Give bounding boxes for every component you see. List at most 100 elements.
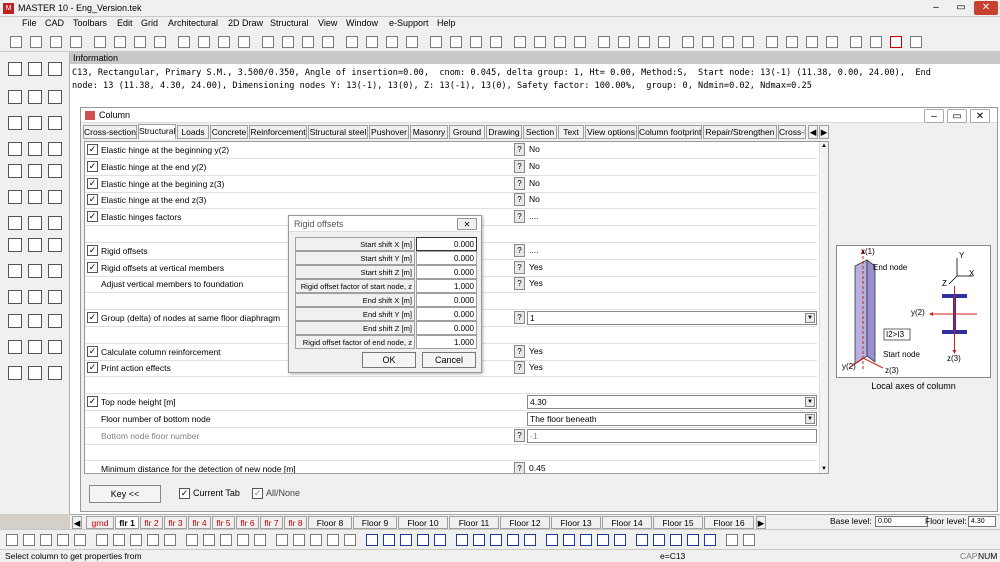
tool-icon-23[interactable] bbox=[48, 238, 62, 252]
menu-e-support[interactable]: e-Support bbox=[389, 18, 429, 28]
dialog-close-icon[interactable]: ✕ bbox=[457, 218, 477, 230]
tab-cross-section[interactable]: Cross-section bbox=[83, 125, 137, 139]
bottom-tool-icon-31[interactable] bbox=[563, 534, 575, 546]
property-checkbox[interactable]: ✓ bbox=[87, 144, 98, 155]
floor-tab-flr-8[interactable]: flr 8 bbox=[284, 516, 307, 529]
bottom-tool-icon-13[interactable] bbox=[237, 534, 249, 546]
tool-icon-17[interactable] bbox=[48, 190, 62, 204]
cancel-button[interactable]: Cancel bbox=[422, 352, 476, 368]
tool-icon-5[interactable] bbox=[48, 90, 62, 104]
floor-tab-flr-7[interactable]: flr 7 bbox=[260, 516, 283, 529]
bottom-tool-icon-11[interactable] bbox=[203, 534, 215, 546]
bottom-tool-icon-32[interactable] bbox=[580, 534, 592, 546]
snap-icon[interactable] bbox=[366, 36, 378, 48]
tool-icon-11[interactable] bbox=[48, 142, 62, 156]
floor-tab-flr-3[interactable]: flr 3 bbox=[164, 516, 187, 529]
bottom-tool-icon-12[interactable] bbox=[220, 534, 232, 546]
help-button[interactable]: ? bbox=[514, 428, 525, 442]
tool-icon-27[interactable] bbox=[8, 290, 22, 304]
bottom-tool-icon-4[interactable] bbox=[74, 534, 86, 546]
floor-tab-floor-10[interactable]: Floor 10 bbox=[398, 516, 448, 529]
property-checkbox[interactable]: ✓ bbox=[87, 244, 98, 256]
all-none-checkbox[interactable]: ✓ bbox=[252, 488, 263, 499]
bottom-tool-icon-37[interactable] bbox=[670, 534, 682, 546]
chevron-down-icon[interactable]: ▼ bbox=[805, 313, 815, 323]
tool-icon-3[interactable] bbox=[8, 90, 22, 104]
offset-value-field[interactable]: 0.000 bbox=[416, 237, 477, 251]
menu-2d-draw[interactable]: 2D Draw bbox=[228, 18, 263, 28]
undo-icon[interactable] bbox=[178, 36, 190, 48]
preview-icon[interactable] bbox=[154, 36, 166, 48]
property-value[interactable]: 0.45 bbox=[527, 462, 817, 473]
property-checkbox[interactable]: ✓ bbox=[87, 261, 98, 273]
floor-level-field[interactable]: 4.30 bbox=[968, 516, 996, 527]
tools-icon[interactable] bbox=[386, 36, 398, 48]
help-button[interactable]: ? bbox=[514, 277, 525, 291]
new-icon[interactable] bbox=[10, 36, 22, 48]
zoom-icon[interactable] bbox=[850, 36, 862, 48]
help-button[interactable]: ? bbox=[514, 462, 525, 473]
property-value[interactable]: Yes bbox=[527, 345, 817, 359]
tool-icon-37[interactable] bbox=[28, 366, 42, 380]
bottom-tool-icon-3[interactable] bbox=[57, 534, 69, 546]
base-level-field[interactable]: 0.00 bbox=[875, 516, 928, 527]
minimize-button[interactable]: – bbox=[925, 1, 947, 15]
rotate-icon[interactable] bbox=[490, 36, 502, 48]
wall-icon[interactable] bbox=[618, 36, 630, 48]
load-icon[interactable] bbox=[658, 36, 670, 48]
arc-icon[interactable] bbox=[282, 36, 294, 48]
menu-architectural[interactable]: Architectural bbox=[168, 18, 218, 28]
tool-icon-22[interactable] bbox=[28, 238, 42, 252]
pan-icon[interactable] bbox=[870, 36, 882, 48]
menu-grid[interactable]: Grid bbox=[141, 18, 158, 28]
property-value[interactable]: Yes bbox=[527, 261, 817, 275]
floor-tab-floor-11[interactable]: Floor 11 bbox=[449, 516, 499, 529]
tool-icon-32[interactable] bbox=[48, 314, 62, 328]
bottom-tool-icon-9[interactable] bbox=[164, 534, 176, 546]
property-checkbox[interactable]: ✓ bbox=[87, 345, 98, 357]
tool-icon-28[interactable] bbox=[28, 290, 42, 304]
tool-icon-31[interactable] bbox=[28, 314, 42, 328]
floor-tab-floor-8[interactable]: Floor 8 bbox=[308, 516, 352, 529]
tab-section[interactable]: Section bbox=[523, 125, 557, 139]
bottom-tool-icon-17[interactable] bbox=[310, 534, 322, 546]
help-button[interactable]: ? bbox=[514, 361, 525, 375]
tool-icon-38[interactable] bbox=[48, 366, 62, 380]
tool-icon-8[interactable] bbox=[48, 116, 62, 130]
tab-ground[interactable]: Ground bbox=[449, 125, 485, 139]
tool-icon-18[interactable] bbox=[8, 216, 22, 230]
property-checkbox[interactable]: ✓ bbox=[87, 160, 98, 172]
bottom-tool-icon-29[interactable] bbox=[524, 534, 536, 546]
tab-column-footprint[interactable]: Column footprint bbox=[638, 125, 702, 139]
bottom-tool-icon-5[interactable] bbox=[96, 534, 108, 546]
floor-tab-flr-5[interactable]: flr 5 bbox=[212, 516, 235, 529]
bottom-tool-icon-35[interactable] bbox=[636, 534, 648, 546]
line-icon[interactable] bbox=[238, 36, 250, 48]
menu-help[interactable]: Help bbox=[437, 18, 456, 28]
layers-icon[interactable] bbox=[198, 36, 210, 48]
save-icon[interactable] bbox=[50, 36, 62, 48]
bottom-tool-icon-41[interactable] bbox=[743, 534, 755, 546]
beam-icon[interactable] bbox=[574, 36, 586, 48]
floor-tab-floor-16[interactable]: Floor 16 bbox=[704, 516, 754, 529]
tool-icon-26[interactable] bbox=[48, 264, 62, 278]
property-checkbox[interactable]: ✓ bbox=[87, 362, 98, 374]
tool-icon-30[interactable] bbox=[8, 314, 22, 328]
menu-cad[interactable]: CAD bbox=[45, 18, 64, 28]
mirror-icon[interactable] bbox=[514, 36, 526, 48]
floor-tab-flr-6[interactable]: flr 6 bbox=[236, 516, 259, 529]
paste-icon[interactable] bbox=[114, 36, 126, 48]
tab-text[interactable]: Text bbox=[558, 125, 584, 139]
tool-icon-12[interactable] bbox=[8, 164, 22, 178]
menu-view[interactable]: View bbox=[318, 18, 337, 28]
tool-icon-7[interactable] bbox=[28, 116, 42, 130]
key-button[interactable]: Key << bbox=[89, 485, 161, 503]
property-value[interactable]: .... bbox=[527, 244, 817, 258]
move-icon[interactable] bbox=[470, 36, 482, 48]
tool-icon-1[interactable] bbox=[28, 62, 42, 76]
offset-value-field[interactable]: 1.000 bbox=[416, 335, 477, 349]
floor-tab-floor-13[interactable]: Floor 13 bbox=[551, 516, 601, 529]
floor-tab-floor-12[interactable]: Floor 12 bbox=[500, 516, 550, 529]
bottom-tool-icon-10[interactable] bbox=[186, 534, 198, 546]
property-checkbox[interactable]: ✓ bbox=[87, 194, 98, 206]
